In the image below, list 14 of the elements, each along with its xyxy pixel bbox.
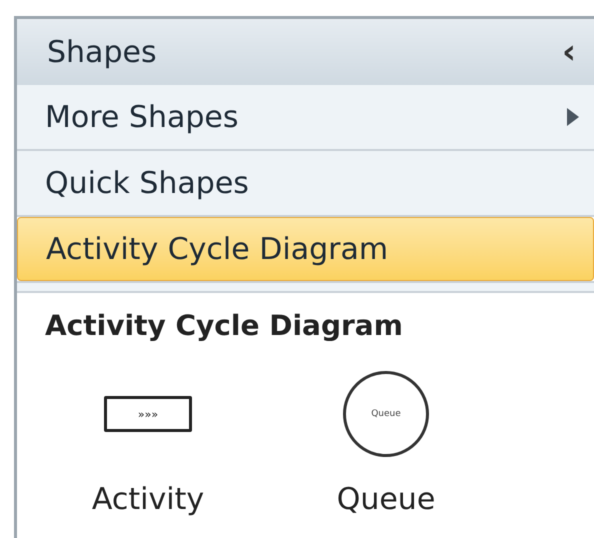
triangle-right-icon [566, 107, 580, 127]
menu-item[interactable]: More Shapes [17, 85, 594, 149]
shape-tile[interactable]: »»» Activity [73, 369, 223, 522]
menu-item[interactable]: Activity Cycle Diagram [17, 217, 594, 281]
collapse-button[interactable]: ‹ [562, 35, 576, 69]
menu-item[interactable]: Quick Shapes [17, 151, 594, 215]
shape-inner-text: »»» [138, 408, 158, 420]
shape-label: Queue [336, 481, 436, 519]
panel-title: Shapes [47, 34, 157, 72]
shape-label: Activity [92, 481, 204, 519]
shape-inner-text: Queue [371, 410, 401, 418]
shape-tile[interactable]: Queue Queue [311, 369, 461, 522]
splitter-bar[interactable] [17, 283, 594, 293]
stencil-title: Activity Cycle Diagram [44, 308, 404, 344]
